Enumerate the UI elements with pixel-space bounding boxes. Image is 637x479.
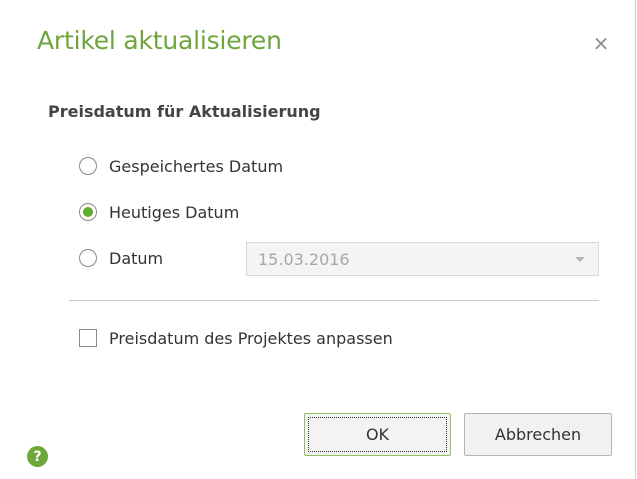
radio-button[interactable] <box>79 157 97 175</box>
chevron-down-icon[interactable] <box>575 256 585 262</box>
radio-label-todays-date: Heutiges Datum <box>109 202 240 222</box>
help-icon[interactable]: ? <box>27 446 48 467</box>
date-dropdown[interactable]: 15.03.2016 <box>246 242 599 276</box>
adjust-project-date-label: Preisdatum des Projektes anpassen <box>109 328 393 348</box>
radio-saved-date[interactable]: Gespeichertes Datum <box>79 155 283 177</box>
cancel-button[interactable]: Abbrechen <box>464 413 612 456</box>
adjust-project-date-checkbox-row[interactable]: Preisdatum des Projektes anpassen <box>79 327 393 349</box>
divider <box>69 300 599 301</box>
radio-button-selected[interactable] <box>79 203 97 221</box>
radio-button[interactable] <box>79 249 97 267</box>
cancel-button-label: Abbrechen <box>494 425 582 444</box>
update-articles-dialog: Artikel aktualisieren × Preisdatum für A… <box>0 0 636 479</box>
close-icon[interactable]: × <box>591 33 611 53</box>
radio-todays-date[interactable]: Heutiges Datum <box>79 201 239 223</box>
focus-ring <box>308 417 447 452</box>
dialog-title: Artikel aktualisieren <box>37 26 282 55</box>
radio-label-saved-date: Gespeichertes Datum <box>109 156 284 176</box>
radio-label-custom-date: Datum <box>109 248 164 268</box>
ok-button[interactable]: OK <box>304 413 451 456</box>
date-dropdown-value: 15.03.2016 <box>258 249 350 269</box>
radio-custom-date[interactable]: Datum <box>79 247 163 269</box>
price-date-section-label: Preisdatum für Aktualisierung <box>48 102 321 121</box>
adjust-project-date-checkbox[interactable] <box>79 329 97 347</box>
radio-selected-dot <box>83 207 93 217</box>
